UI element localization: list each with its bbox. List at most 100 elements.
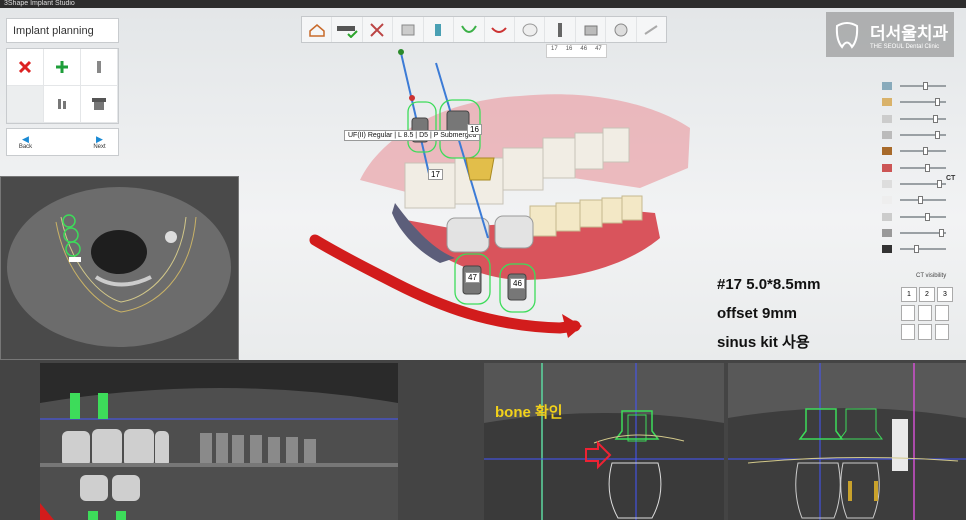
tooth-tab[interactable]: 47 <box>591 45 606 57</box>
slider-knob[interactable] <box>934 98 940 107</box>
slider-knob[interactable] <box>932 114 938 123</box>
slider-track[interactable] <box>900 228 946 237</box>
scan-check-icon <box>337 25 358 38</box>
slider-track[interactable] <box>900 196 946 205</box>
teeth-icon <box>882 196 892 205</box>
bone-step-button[interactable] <box>393 17 424 42</box>
abutment-tool-button[interactable] <box>44 86 81 123</box>
axial-ct-view[interactable] <box>0 176 239 360</box>
window-titlebar: 3Shape Implant Studio <box>0 0 966 8</box>
slider-knob[interactable] <box>924 212 930 221</box>
nerve-icon <box>491 26 507 33</box>
light-icon <box>882 228 892 237</box>
visibility-slider-scan[interactable] <box>882 78 962 94</box>
visibility-slider-crown[interactable] <box>882 94 962 110</box>
slider-track[interactable] <box>900 163 946 172</box>
slider-knob[interactable] <box>922 82 928 91</box>
tooth-label-47: 47 <box>465 272 480 283</box>
add-icon <box>56 61 68 73</box>
slider-track[interactable] <box>900 98 946 107</box>
ct-option-1[interactable]: 1 <box>901 287 917 302</box>
drill-step-button[interactable] <box>606 17 637 42</box>
tooth-icon <box>882 147 892 156</box>
slider-track[interactable] <box>900 114 946 123</box>
navigation-panel: ◀ Back ▶ Next <box>6 128 119 156</box>
implant-select-button[interactable] <box>545 17 576 42</box>
implant-step-button[interactable] <box>424 17 455 42</box>
tools-step-button[interactable] <box>363 17 394 42</box>
slider-knob[interactable] <box>936 179 942 188</box>
crown-step-button[interactable] <box>515 17 546 42</box>
view-button[interactable] <box>935 305 949 321</box>
window-title: 3Shape Implant Studio <box>4 0 75 7</box>
view-button[interactable] <box>918 305 932 321</box>
drill-icon <box>614 23 628 36</box>
ct-option-3[interactable]: 3 <box>937 287 953 302</box>
visibility-slider-light[interactable] <box>882 225 962 241</box>
arrow-right-icon: ▶ <box>96 133 103 144</box>
slider-knob[interactable] <box>924 163 930 172</box>
implant-icon <box>97 61 101 73</box>
view-button[interactable] <box>935 324 949 340</box>
tooth-label-17: 17 <box>428 169 443 180</box>
slider-track[interactable] <box>900 82 946 91</box>
tooth-tab[interactable]: 46 <box>576 45 591 57</box>
annotation-line-3: sinus kit 사용 <box>717 334 810 351</box>
scan-step-button[interactable] <box>332 17 363 42</box>
visibility-slider-bone[interactable] <box>882 127 962 143</box>
implant-tooltip: UF(II) Regular | L 8.5 | D5 | P Submerge… <box>344 130 481 141</box>
workflow-toolbar <box>301 16 667 43</box>
visibility-slider-contrast[interactable] <box>882 241 962 257</box>
gum-step-button[interactable] <box>454 17 485 42</box>
abutment-icon <box>58 99 66 109</box>
scan-icon <box>882 82 892 91</box>
logo-english: THE SEOUL Dental Clinic <box>870 44 940 50</box>
link-step-button[interactable] <box>637 17 666 42</box>
cross-section-view-1[interactable] <box>484 363 724 520</box>
implant-tool-button[interactable] <box>81 49 118 86</box>
delete-implant-button[interactable] <box>7 49 44 86</box>
slider-track[interactable] <box>900 147 946 156</box>
slider-track[interactable] <box>900 131 946 140</box>
panoramic-view[interactable] <box>40 363 398 520</box>
tooth-tab[interactable]: 17 <box>547 45 562 57</box>
ct-visibility-options: 1 2 3 <box>901 287 955 302</box>
visibility-slider-nerve[interactable] <box>882 159 962 175</box>
nerve-step-button[interactable] <box>485 17 515 42</box>
view-orientation-grid <box>901 305 949 340</box>
tooth-tab[interactable]: 16 <box>562 45 577 57</box>
visibility-slider-jaw[interactable] <box>882 208 962 224</box>
tooth-tabs: 17 16 46 47 <box>546 44 607 58</box>
slider-knob[interactable] <box>934 131 940 140</box>
slider-knob[interactable] <box>918 196 924 205</box>
home-button[interactable] <box>302 17 333 42</box>
sleeve-tool-button[interactable] <box>81 86 118 123</box>
sleeve-step-button[interactable] <box>576 17 607 42</box>
visibility-slider-tooth[interactable] <box>882 143 962 159</box>
cross-section-image-2 <box>728 363 966 520</box>
axial-ct-image <box>1 177 238 359</box>
delete-icon <box>18 60 32 74</box>
bone-icon <box>401 24 415 35</box>
view-button[interactable] <box>901 324 915 340</box>
slider-track[interactable] <box>900 212 946 221</box>
arrow-left-icon: ◀ <box>22 133 29 144</box>
slider-track[interactable] <box>900 179 946 188</box>
ct-option-2[interactable]: 2 <box>919 287 935 302</box>
slider-track[interactable] <box>900 245 946 254</box>
view-button[interactable] <box>918 324 932 340</box>
slider-knob[interactable] <box>922 147 928 156</box>
visibility-slider-gum[interactable] <box>882 111 962 127</box>
crown-icon <box>522 23 538 36</box>
annotation-line-2: offset 9mm <box>717 305 798 322</box>
add-implant-button[interactable] <box>44 49 81 86</box>
next-button[interactable]: ▶ Next <box>81 129 118 155</box>
slider-knob[interactable] <box>914 245 920 254</box>
gum-icon <box>460 24 477 33</box>
back-button[interactable]: ◀ Back <box>7 129 44 155</box>
cross-section-view-2[interactable] <box>728 363 966 520</box>
implant-select-icon <box>558 22 563 37</box>
visibility-slider-teeth[interactable] <box>882 192 962 208</box>
slider-knob[interactable] <box>938 228 944 237</box>
view-button[interactable] <box>901 305 915 321</box>
